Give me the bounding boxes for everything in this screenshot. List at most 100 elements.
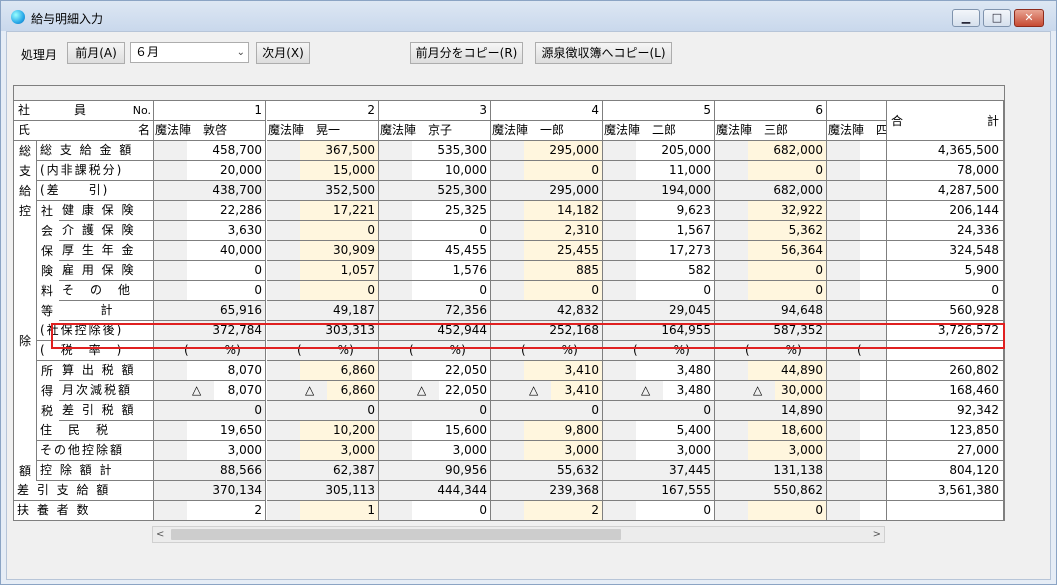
value-input[interactable]: 25,325	[412, 201, 490, 220]
value-input[interactable]: 3,630	[187, 221, 265, 240]
value-input[interactable]	[860, 441, 886, 460]
value-input[interactable]	[860, 281, 886, 300]
month-select[interactable]: ６月 ⌄	[130, 42, 249, 63]
value-input[interactable]: 0	[300, 281, 378, 300]
value-input[interactable]: 6,860	[300, 361, 378, 380]
value-input[interactable]: 15,000	[300, 161, 378, 180]
value-input[interactable]: 6,860	[327, 381, 378, 400]
value-input[interactable]: 3,480	[636, 361, 714, 380]
close-button[interactable]: ✕	[1014, 9, 1044, 27]
value-input[interactable]	[860, 501, 886, 520]
value-input[interactable]: 3,480	[663, 381, 714, 400]
value-input[interactable]: 0	[412, 281, 490, 300]
value-input[interactable]	[860, 221, 886, 240]
value-input[interactable]: 19,650	[187, 421, 265, 440]
value-input[interactable]: 0	[412, 501, 490, 520]
value-input[interactable]: 20,000	[187, 161, 265, 180]
value-input[interactable]: 30,909	[300, 241, 378, 260]
value-input[interactable]: 295,000	[524, 141, 602, 160]
value-input[interactable]: 1,057	[300, 261, 378, 280]
value-input[interactable]: 582	[636, 261, 714, 280]
minimize-button[interactable]: ▁	[952, 9, 980, 27]
value-input[interactable]: 10,200	[300, 421, 378, 440]
value-input[interactable]: 9,623	[636, 201, 714, 220]
value-input[interactable]	[860, 421, 886, 440]
value-input[interactable]: 0	[748, 161, 826, 180]
scroll-left-icon[interactable]: <	[156, 527, 164, 542]
value-input[interactable]: 0	[748, 501, 826, 520]
value-input[interactable]: 18,600	[748, 421, 826, 440]
value-input[interactable]: 45,455	[412, 241, 490, 260]
employee-name[interactable]: 魔法陣 三郎	[715, 121, 827, 141]
value-input[interactable]: 0	[636, 281, 714, 300]
value-input[interactable]: 22,050	[439, 381, 490, 400]
scroll-right-icon[interactable]: >	[873, 527, 881, 542]
value-input[interactable]: 0	[187, 261, 265, 280]
value-input[interactable]: 56,364	[748, 241, 826, 260]
employee-name[interactable]: 魔法陣 晃一	[267, 121, 379, 141]
value-input[interactable]: 1,576	[412, 261, 490, 280]
employee-name[interactable]: 魔法陣 敦啓	[154, 121, 266, 141]
horizontal-scrollbar[interactable]: < >	[152, 526, 885, 543]
value-input[interactable]: 0	[524, 161, 602, 180]
value-input[interactable]	[860, 361, 886, 380]
value-input[interactable]: 0	[187, 281, 265, 300]
value-input[interactable]: 22,050	[412, 361, 490, 380]
value-input[interactable]: 15,600	[412, 421, 490, 440]
value-input[interactable]: 2	[524, 501, 602, 520]
value-input[interactable]: 32,922	[748, 201, 826, 220]
value-input[interactable]: 14,182	[524, 201, 602, 220]
value-input[interactable]: 0	[748, 261, 826, 280]
scroll-thumb[interactable]	[171, 529, 621, 540]
value-input[interactable]: 1,567	[636, 221, 714, 240]
value-input[interactable]: 25,455	[524, 241, 602, 260]
value-input[interactable]	[860, 161, 886, 180]
value-input[interactable]: 1	[300, 501, 378, 520]
value-input[interactable]	[860, 241, 886, 260]
value-input[interactable]: 458,700	[187, 141, 265, 160]
value-input[interactable]	[860, 261, 886, 280]
value-input[interactable]: 0	[636, 501, 714, 520]
value-input[interactable]: 3,000	[524, 441, 602, 460]
value-input[interactable]: 9,800	[524, 421, 602, 440]
employee-name[interactable]: 魔法陣 二郎	[603, 121, 715, 141]
value-input[interactable]: 0	[524, 281, 602, 300]
value-input[interactable]	[860, 141, 886, 160]
value-input[interactable]: 3,410	[551, 381, 602, 400]
value-input[interactable]: 0	[412, 221, 490, 240]
copy-to-ledger-button[interactable]: 源泉徴収簿へコピー(L)	[535, 42, 672, 64]
next-month-button[interactable]: 次月(X)	[256, 42, 310, 64]
value-input[interactable]: 2,310	[524, 221, 602, 240]
value-input[interactable]: 0	[748, 281, 826, 300]
employee-name[interactable]: 魔法陣 一郎	[491, 121, 603, 141]
value-input[interactable]: 3,000	[300, 441, 378, 460]
maximize-button[interactable]: □	[983, 9, 1011, 27]
value-input[interactable]: 205,000	[636, 141, 714, 160]
prev-month-button[interactable]: 前月(A)	[67, 42, 125, 64]
value-input[interactable]: 3,000	[748, 441, 826, 460]
value-input[interactable]: 3,000	[187, 441, 265, 460]
value-input[interactable]: 885	[524, 261, 602, 280]
value-input[interactable]: 535,300	[412, 141, 490, 160]
value-input[interactable]: 3,000	[636, 441, 714, 460]
value-input[interactable]: 0	[300, 221, 378, 240]
value-input[interactable]	[860, 201, 886, 220]
value-input[interactable]: 10,000	[412, 161, 490, 180]
value-input[interactable]: 682,000	[748, 141, 826, 160]
value-input[interactable]: 17,273	[636, 241, 714, 260]
value-input[interactable]: 3,410	[524, 361, 602, 380]
value-input[interactable]: 40,000	[187, 241, 265, 260]
value-input[interactable]: 30,000	[775, 381, 826, 400]
employee-name[interactable]: 魔法陣 京子	[379, 121, 491, 141]
value-input[interactable]: 44,890	[748, 361, 826, 380]
copy-prev-month-button[interactable]: 前月分をコピー(R)	[410, 42, 523, 64]
value-input[interactable]: 367,500	[300, 141, 378, 160]
value-input[interactable]: 5,362	[748, 221, 826, 240]
value-input[interactable]: 3,000	[412, 441, 490, 460]
value-input[interactable]	[860, 381, 886, 400]
value-input[interactable]: 8,070	[187, 361, 265, 380]
value-input[interactable]: 8,070	[214, 381, 265, 400]
value-input[interactable]: 17,221	[300, 201, 378, 220]
value-input[interactable]: 2	[187, 501, 265, 520]
value-input[interactable]: 5,400	[636, 421, 714, 440]
